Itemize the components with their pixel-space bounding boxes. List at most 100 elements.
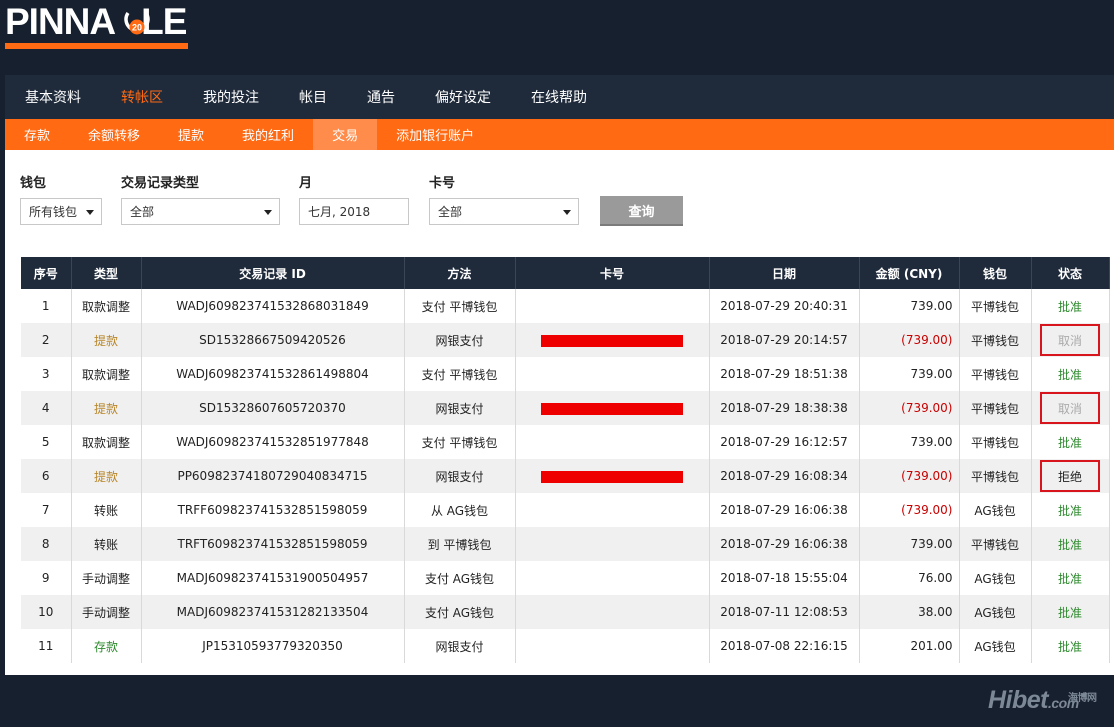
cell-card — [515, 561, 710, 595]
cell-transaction-id: TRFF609823741532851598059 — [141, 493, 405, 527]
cell-wallet: AG钱包 — [959, 561, 1032, 595]
subnav-transactions[interactable]: 交易 — [313, 119, 378, 150]
nav-my-bets[interactable]: 我的投注 — [203, 87, 259, 107]
cell-transaction-id: SD15328607605720370 — [141, 391, 405, 425]
cell-card — [515, 357, 710, 391]
redaction-bar — [541, 470, 683, 483]
cell-wallet: 平博钱包 — [959, 425, 1032, 459]
cell-method: 支付 AG钱包 — [404, 595, 516, 629]
table-row: 6 提款 PP60982374180729040834715 网银支付 2018-07-… — [21, 459, 1110, 493]
cell-card — [515, 289, 710, 323]
cell-wallet: AG钱包 — [959, 493, 1032, 527]
cell-status: 拒绝 — [1031, 459, 1110, 493]
cell-method: 网银支付 — [404, 629, 516, 663]
cell-amount: (739.00) — [859, 493, 960, 527]
cell-status: 批准 — [1031, 425, 1110, 459]
status-badge: 批准 — [1057, 605, 1082, 620]
cell-transaction-id: WADJ609823741532861498804 — [141, 357, 405, 391]
cell-date: 2018-07-11 12:08:53 — [709, 595, 860, 629]
status-badge: 批准 — [1057, 367, 1082, 382]
nav-help[interactable]: 在线帮助 — [531, 87, 587, 107]
chevron-down-icon — [86, 210, 94, 215]
cell-date: 2018-07-18 15:55:04 — [709, 561, 860, 595]
card-label: 卡号 — [429, 176, 456, 191]
cell-amount: 739.00 — [859, 289, 960, 323]
cell-status: 取消 — [1031, 323, 1110, 357]
cell-amount: (739.00) — [859, 459, 960, 493]
cell-date: 2018-07-29 16:06:38 — [709, 527, 860, 561]
nav-transfer[interactable]: 转帐区 — [121, 87, 163, 107]
cell-no: 11 — [21, 629, 72, 663]
nav-statement[interactable]: 帐目 — [299, 87, 327, 107]
subnav-bonus[interactable]: 我的红利 — [223, 119, 313, 150]
status-badge: 批准 — [1057, 537, 1082, 552]
col-header-wallet: 钱包 — [959, 257, 1032, 289]
cell-method: 支付 平博钱包 — [404, 425, 516, 459]
nav-preferences[interactable]: 偏好设定 — [435, 87, 491, 107]
cell-date: 2018-07-29 18:51:38 — [709, 357, 860, 391]
cell-card — [515, 527, 710, 561]
col-header-card: 卡号 — [515, 257, 710, 289]
nav-announcements[interactable]: 通告 — [367, 87, 395, 107]
cell-card — [515, 493, 710, 527]
subnav-withdraw[interactable]: 提款 — [159, 119, 223, 150]
account-panel: 基本资料 转帐区 我的投注 帐目 通告 偏好设定 在线帮助 存款 余额转移 提款… — [5, 75, 1114, 675]
cell-no: 8 — [21, 527, 72, 561]
cell-type: 转账 — [71, 493, 142, 527]
cell-wallet: 平博钱包 — [959, 323, 1032, 357]
month-input[interactable]: 七月, 2018 — [299, 198, 409, 225]
card-select-value: 全部 — [438, 205, 463, 219]
cell-wallet: 平博钱包 — [959, 357, 1032, 391]
month-input-value: 七月, 2018 — [308, 205, 371, 219]
wallet-select-value: 所有钱包 — [29, 205, 78, 219]
type-label: 交易记录类型 — [121, 176, 200, 191]
status-badge: 批准 — [1057, 299, 1082, 314]
cell-no: 5 — [21, 425, 72, 459]
cell-wallet: 平博钱包 — [959, 459, 1032, 493]
table-row: 7 转账 TRFF609823741532851598059 从 AG钱包 2018-0… — [21, 493, 1110, 527]
cell-type: 取款调整 — [71, 425, 142, 459]
cell-card — [515, 323, 710, 357]
cell-transaction-id: SD15328667509420526 — [141, 323, 405, 357]
subnav-balance-transfer[interactable]: 余额转移 — [69, 119, 159, 150]
subnav-deposit[interactable]: 存款 — [5, 119, 69, 150]
badge-number: 20 — [132, 23, 142, 33]
cell-amount: (739.00) — [859, 391, 960, 425]
cell-card — [515, 391, 710, 425]
cell-no: 3 — [21, 357, 72, 391]
status-badge: 批准 — [1057, 639, 1082, 654]
nav-profile[interactable]: 基本资料 — [25, 87, 81, 107]
cell-amount: 739.00 — [859, 425, 960, 459]
cell-status: 批准 — [1031, 595, 1110, 629]
table-row: 4 提款 SD15328607605720370 网银支付 2018-07-29 18:… — [21, 391, 1110, 425]
cell-status: 批准 — [1031, 561, 1110, 595]
cell-wallet: AG钱包 — [959, 629, 1032, 663]
cell-transaction-id: MADJ609823741531900504957 — [141, 561, 405, 595]
month-label: 月 — [299, 176, 313, 191]
cell-date: 2018-07-08 22:16:15 — [709, 629, 860, 663]
table-row: 1 取款调整 WADJ609823741532868031849 支付 平博钱包 201… — [21, 289, 1110, 323]
pinnacle-logo[interactable]: PINNA LE 20 — [5, 2, 190, 50]
col-header-status: 状态 — [1031, 257, 1110, 289]
cell-method: 网银支付 — [404, 459, 516, 493]
cell-wallet: 平博钱包 — [959, 289, 1032, 323]
cell-method: 网银支付 — [404, 323, 516, 357]
card-select[interactable]: 全部 — [429, 198, 579, 225]
cell-amount: (739.00) — [859, 323, 960, 357]
cell-type: 转账 — [71, 527, 142, 561]
wallet-label: 钱包 — [20, 176, 47, 191]
query-button[interactable]: 查询 — [600, 196, 683, 226]
table-row: 5 取款调整 WADJ609823741532851977848 支付 平博钱包 201… — [21, 425, 1110, 459]
wallet-select[interactable]: 所有钱包 — [20, 198, 102, 225]
cell-card — [515, 595, 710, 629]
col-header-type: 类型 — [71, 257, 142, 289]
logo-wordmark: PINNA LE — [5, 1, 187, 42]
cell-date: 2018-07-29 16:06:38 — [709, 493, 860, 527]
cell-method: 支付 AG钱包 — [404, 561, 516, 595]
cell-status: 取消 — [1031, 391, 1110, 425]
subnav-add-bank[interactable]: 添加银行账户 — [377, 119, 493, 150]
type-select[interactable]: 全部 — [121, 198, 280, 225]
cell-date: 2018-07-29 18:38:38 — [709, 391, 860, 425]
table-row: 11 存款 JP15310593779320350 网银支付 2018-07-08 22… — [21, 629, 1110, 663]
status-badge: 批准 — [1057, 435, 1082, 450]
